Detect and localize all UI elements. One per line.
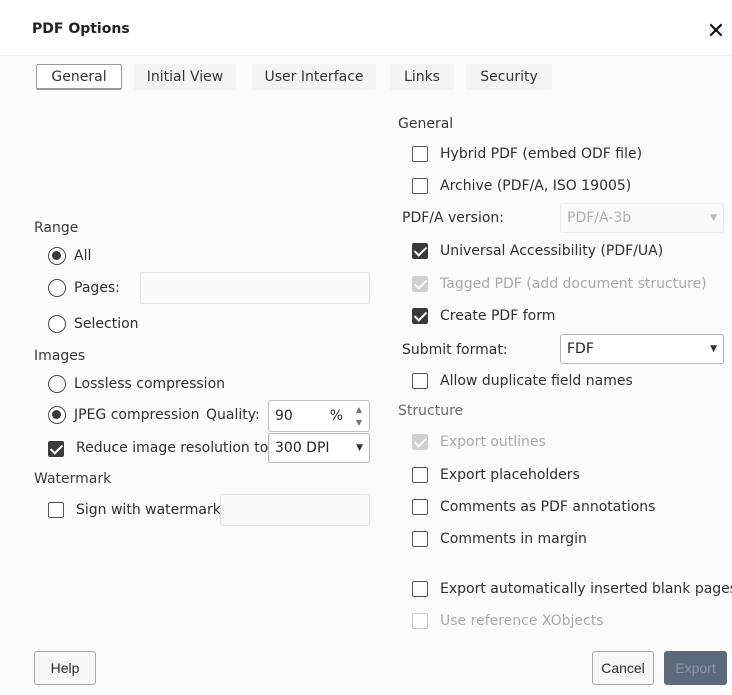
blank-pages-checkbox[interactable] [412, 581, 428, 597]
chevron-down-icon: ▼ [356, 443, 363, 453]
range-all-radio[interactable] [48, 247, 66, 265]
quality-value: 90 [275, 408, 293, 424]
export-outlines-checkbox [412, 434, 428, 450]
xobjects-label: Use reference XObjects [440, 613, 604, 629]
xobjects-checkbox [412, 613, 428, 629]
tab-user-interface[interactable]: User Interface [252, 64, 376, 90]
tab-general[interactable]: General [36, 64, 122, 90]
range-pages-label: Pages: [74, 280, 120, 296]
blank-pages-label: Export automatically inserted blank page… [440, 581, 732, 597]
lossless-label: Lossless compression [74, 376, 226, 392]
dialog-title: PDF Options [32, 21, 130, 37]
submit-format-value: FDF [567, 341, 594, 357]
reduce-resolution-label: Reduce image resolution to: [76, 440, 274, 456]
pdfa-version-value: PDF/A-3b [567, 210, 632, 226]
watermark-label: Sign with watermark [76, 502, 221, 518]
reduce-resolution-checkbox[interactable] [48, 441, 64, 457]
tagged-pdf-checkbox [412, 276, 428, 292]
pdfa-version-label: PDF/A version: [402, 210, 505, 226]
archive-checkbox[interactable] [412, 178, 428, 194]
range-header: Range [34, 220, 79, 236]
spin-up-icon[interactable]: ▲ [353, 404, 365, 416]
watermark-checkbox[interactable] [48, 502, 64, 518]
jpeg-radio[interactable] [48, 406, 66, 424]
comments-margin-label: Comments in margin [440, 531, 587, 547]
jpeg-label: JPEG compression [74, 407, 200, 423]
quality-unit: % [329, 408, 343, 424]
quality-spinbox[interactable]: 90 % ▲ ▼ [268, 400, 370, 432]
universal-accessibility-checkbox[interactable] [412, 243, 428, 259]
export-placeholders-label: Export placeholders [440, 467, 580, 483]
comments-annotations-checkbox[interactable] [412, 499, 428, 515]
title-bar: PDF Options ✕ [0, 0, 732, 56]
chevron-down-icon: ▼ [710, 344, 717, 354]
comments-margin-checkbox[interactable] [412, 531, 428, 547]
general-header: General [398, 116, 454, 132]
help-button[interactable]: Help [34, 651, 96, 685]
cancel-button[interactable]: Cancel [592, 651, 654, 685]
create-form-label: Create PDF form [440, 308, 556, 324]
dpi-value: 300 DPI [275, 440, 330, 456]
images-header: Images [34, 348, 86, 364]
structure-header: Structure [398, 403, 464, 419]
hybrid-pdf-label: Hybrid PDF (embed ODF file) [440, 146, 643, 162]
tab-links[interactable]: Links [390, 64, 454, 90]
range-selection-label: Selection [74, 316, 139, 332]
pdfa-version-select: PDF/A-3b ▼ [560, 203, 724, 233]
lossless-radio[interactable] [48, 375, 66, 393]
create-form-checkbox[interactable] [412, 308, 428, 324]
tab-security[interactable]: Security [466, 64, 552, 90]
quality-label: Quality: [206, 407, 260, 423]
range-pages-radio[interactable] [48, 279, 66, 297]
spin-down-icon[interactable]: ▼ [353, 417, 365, 429]
export-placeholders-checkbox[interactable] [412, 467, 428, 483]
export-button[interactable]: Export [664, 651, 727, 685]
close-icon[interactable]: ✕ [700, 16, 732, 48]
hybrid-pdf-checkbox[interactable] [412, 146, 428, 162]
watermark-input[interactable] [220, 494, 370, 526]
export-outlines-label: Export outlines [440, 434, 546, 450]
range-pages-input[interactable] [140, 272, 370, 304]
dpi-select[interactable]: 300 DPI ▼ [268, 433, 370, 463]
submit-format-select[interactable]: FDF ▼ [560, 334, 724, 364]
watermark-header: Watermark [34, 471, 112, 487]
range-selection-radio[interactable] [48, 315, 66, 333]
submit-format-label: Submit format: [402, 342, 508, 358]
archive-label: Archive (PDF/A, ISO 19005) [440, 178, 632, 194]
universal-accessibility-label: Universal Accessibility (PDF/UA) [440, 243, 664, 259]
tab-initial-view[interactable]: Initial View [134, 64, 236, 90]
comments-annotations-label: Comments as PDF annotations [440, 499, 656, 515]
pdf-options-dialog: PDF Options ✕ General Initial View User … [0, 0, 732, 695]
duplicate-field-label: Allow duplicate field names [440, 373, 633, 389]
tagged-pdf-label: Tagged PDF (add document structure) [440, 276, 707, 292]
chevron-down-icon: ▼ [710, 213, 717, 223]
duplicate-field-checkbox[interactable] [412, 373, 428, 389]
range-all-label: All [74, 248, 92, 264]
